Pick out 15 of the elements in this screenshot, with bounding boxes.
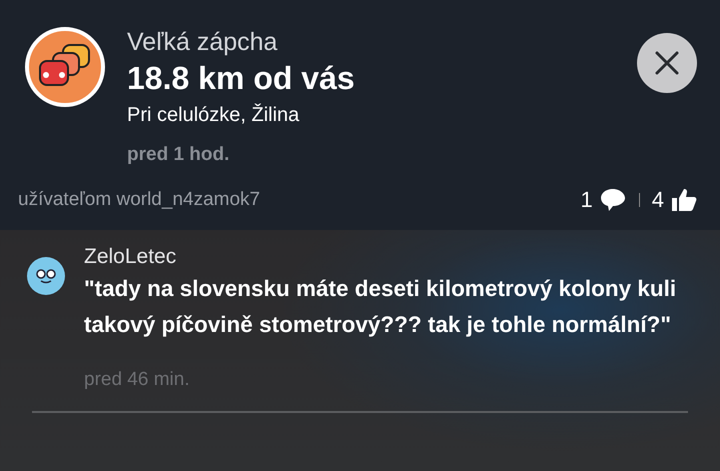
- comment-author: ZeloLetec: [84, 244, 178, 270]
- comment-count: 1: [580, 187, 593, 213]
- like-count: 4: [652, 187, 664, 213]
- speech-bubble-icon: [598, 187, 627, 213]
- comment-text: "tady na slovensku máte deseti kilometrový kolony kuli takový píčovině stometrový??? tak je tohle normální?": [84, 275, 678, 339]
- comment-time: pred 46 min.: [84, 368, 191, 392]
- thumbs-up-icon: [670, 187, 698, 213]
- alert-type: Veľká zápcha: [127, 27, 278, 58]
- close-icon: [654, 50, 680, 76]
- reporter-text: užívateľom world_n4zamok7: [18, 189, 262, 211]
- avatar-icon: [27, 257, 65, 295]
- alert-distance: 18.8 km od vás: [127, 59, 356, 98]
- traffic-jam-icon: [25, 27, 105, 107]
- alert-location: Pri celulózke, Žilina: [127, 102, 300, 128]
- alert-time: pred 1 hod.: [127, 143, 230, 167]
